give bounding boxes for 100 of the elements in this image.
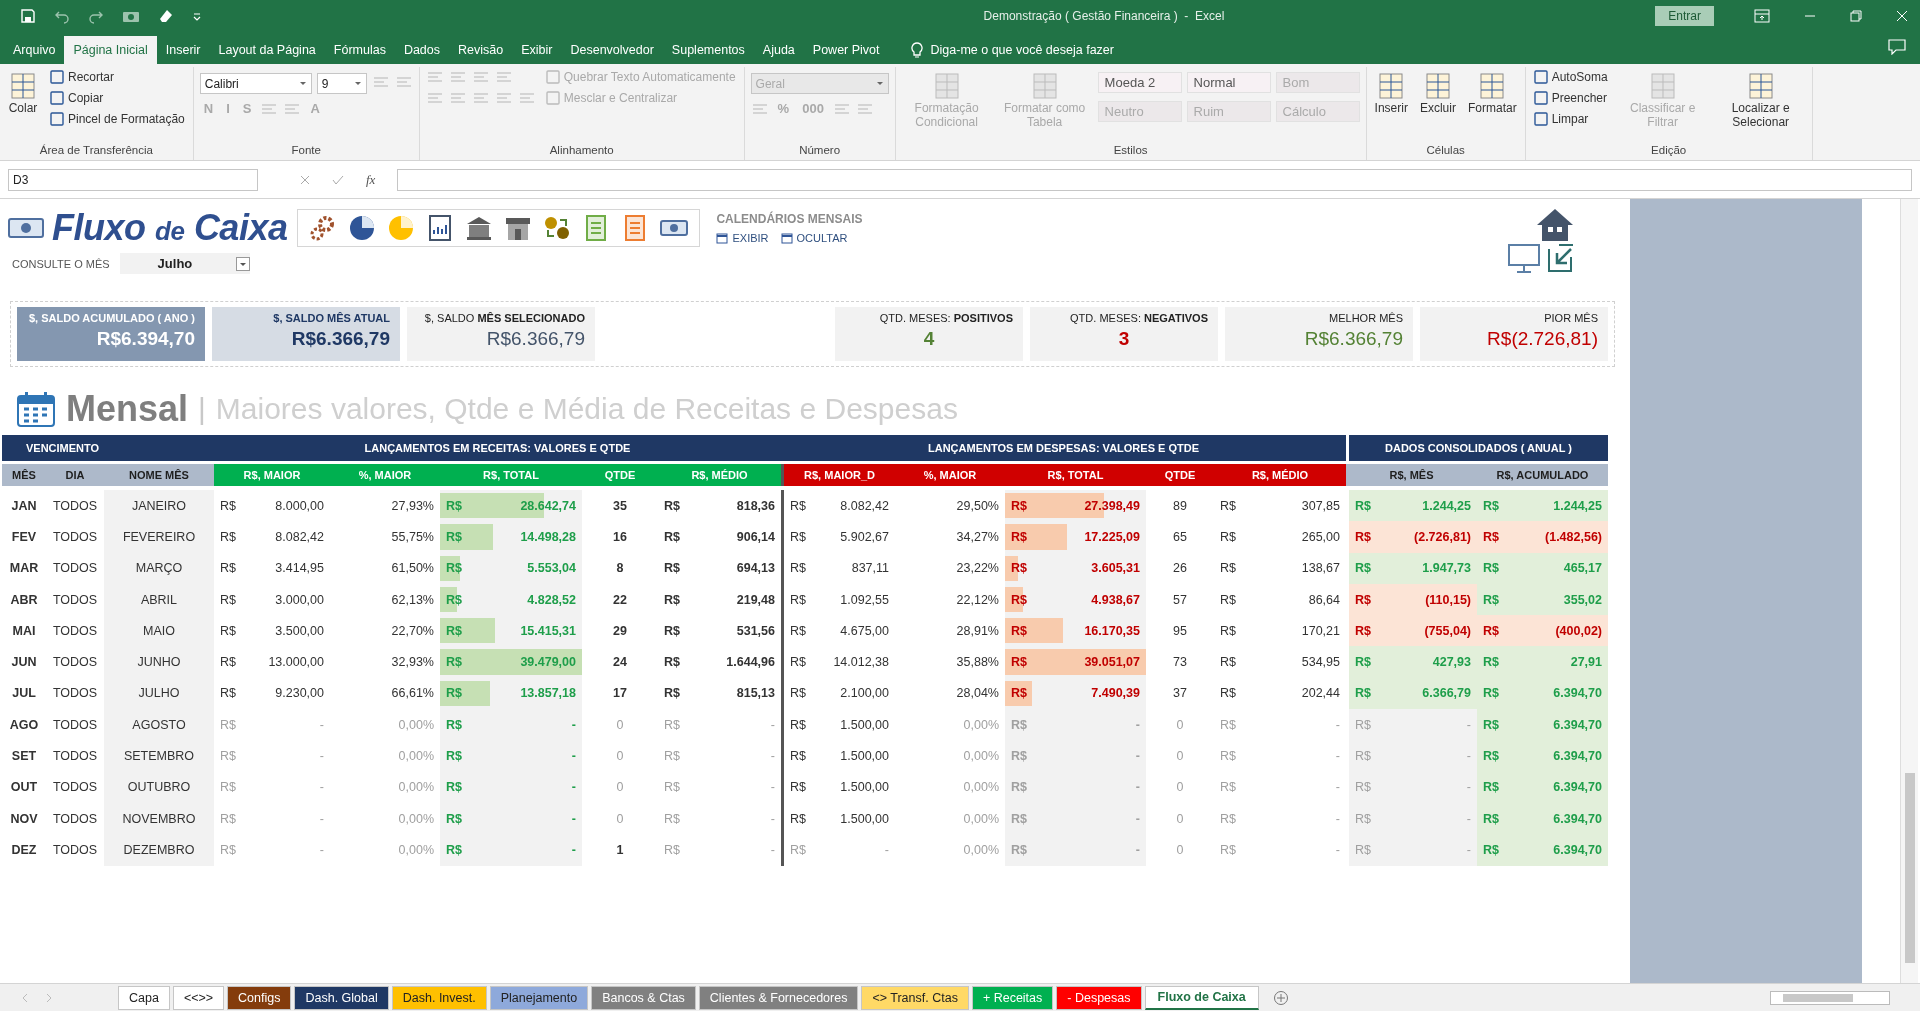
sheet-tab[interactable]: Planejamento: [489, 985, 589, 1010]
add-sheet-icon[interactable]: [1272, 989, 1289, 1006]
sheet-tab[interactable]: Clientes & Fornecedores: [698, 985, 859, 1010]
ribbon-tab[interactable]: Power Pivot: [803, 36, 889, 64]
table-cell-text: TODOS: [51, 591, 99, 609]
amount: (110,15): [1425, 592, 1471, 607]
close-icon[interactable]: [1896, 9, 1908, 22]
table-cell-text: JUL: [11, 685, 37, 703]
comment-icon[interactable]: [1888, 39, 1906, 55]
check-icon[interactable]: [332, 174, 344, 185]
restore-icon[interactable]: [1850, 9, 1862, 22]
dropdown-field[interactable]: 9: [316, 73, 367, 94]
ribbon-tab[interactable]: Ajuda: [753, 36, 804, 64]
amount: -: [571, 717, 576, 732]
ribbon-tab[interactable]: Fórmulas: [324, 36, 395, 64]
cancel-icon[interactable]: [300, 174, 310, 185]
currency-label: R$: [1483, 655, 1499, 670]
logo-text: Fluxo de Caixa: [52, 207, 288, 249]
caret-icon: [353, 80, 362, 87]
eraser-icon[interactable]: [158, 7, 174, 24]
next-sheet-icon[interactable]: [44, 992, 54, 1003]
grid-icon: [8, 71, 38, 101]
amount: 14.498,28: [520, 529, 576, 544]
currency-label: R$: [446, 592, 462, 607]
show-link[interactable]: EXIBIR: [732, 232, 769, 244]
currency-label: R$: [1483, 842, 1499, 857]
home-icon[interactable]: [1535, 207, 1575, 243]
arrow-icon[interactable]: [1547, 243, 1575, 273]
ribbon-button[interactable]: Colar: [6, 69, 40, 118]
currency-label: R$: [1355, 780, 1371, 795]
amount: 4.938,67: [1091, 592, 1140, 607]
table-cell-text: 0: [615, 779, 625, 797]
dropdown-field[interactable]: Calibri: [199, 73, 312, 94]
previous-sheet-icon[interactable]: [20, 992, 30, 1003]
lightbulb-icon: [910, 42, 923, 58]
sheet-tab[interactable]: Capa: [118, 985, 170, 1010]
cell-style[interactable]: Moeda 2: [1097, 72, 1182, 93]
sheet-tab[interactable]: - Despesas: [1056, 985, 1142, 1010]
kpi-value: R$6.366,79: [486, 328, 585, 350]
ribbon-display-icon[interactable]: [1754, 8, 1770, 23]
table-cell-text: 1: [615, 841, 625, 859]
table-cell-text: 0: [615, 716, 625, 734]
sheet-tab[interactable]: Dash. Global: [294, 985, 389, 1010]
cell-style[interactable]: Normal: [1186, 72, 1271, 93]
sheet-tab[interactable]: Bancos & Ctas: [591, 985, 696, 1010]
hide-link[interactable]: OCULTAR: [796, 232, 848, 244]
table-cell-text: 0,00%: [397, 779, 435, 797]
amount: (2.726,81): [1414, 529, 1471, 544]
save-icon[interactable]: [20, 7, 36, 24]
insert-function-button[interactable]: fx: [366, 171, 376, 188]
ribbon-tab[interactable]: Página Inicial: [64, 36, 157, 64]
ribbon-button[interactable]: AutoSoma: [1531, 69, 1610, 85]
kpi-value: R$6.366,79: [291, 328, 390, 350]
table-cell: SETEMBRO: [104, 740, 214, 772]
monitor-icon[interactable]: [1507, 243, 1541, 275]
ribbon-tab[interactable]: Suplementos: [662, 36, 754, 64]
currency-label: R$: [1011, 561, 1027, 576]
amount: 2.100,00: [840, 686, 889, 701]
square-icon: [545, 70, 560, 84]
currency-label: R$: [1011, 780, 1027, 795]
sheet-tab[interactable]: <> Transf. Ctas: [861, 985, 969, 1010]
amount: 3.500,00: [275, 623, 324, 638]
currency-label: R$: [790, 561, 806, 576]
sheet-tab[interactable]: Configs: [227, 985, 292, 1010]
table-cell-text: 0,00%: [397, 841, 435, 859]
ribbon-button[interactable]: Excluir: [1417, 69, 1458, 118]
square-icon: [1533, 112, 1548, 126]
currency-label: R$: [1483, 780, 1499, 795]
ribbon-tab[interactable]: Layout da Página: [209, 36, 325, 64]
scroll-bar[interactable]: [1770, 990, 1890, 1005]
ribbon-button[interactable]: Formatar: [1465, 69, 1519, 118]
scroll-bar[interactable]: [1900, 199, 1918, 983]
amount: -: [1335, 842, 1340, 857]
amount: 86,64: [1308, 592, 1340, 607]
ribbon-button[interactable]: Localizar e Selecionar: [1715, 69, 1806, 132]
ribbon-button[interactable]: Recortar: [48, 69, 116, 85]
amount: 465,17: [1563, 561, 1602, 576]
ribbon-tab[interactable]: Inserir: [156, 36, 210, 64]
sheet-tab[interactable]: <<>>: [172, 985, 225, 1010]
tell-me-field[interactable]: Diga-me o que você deseja fazer: [930, 43, 1114, 57]
ribbon-button[interactable]: Pincel de Formatação: [48, 111, 187, 127]
sheet-tab[interactable]: Dash. Invest.: [391, 985, 487, 1010]
ribbon-button[interactable]: Preencher: [1531, 90, 1610, 106]
ribbon-tab[interactable]: Arquivo: [4, 36, 65, 64]
amount: 6.394,70: [1553, 811, 1602, 826]
sign-in-button[interactable]: Entrar: [1655, 5, 1714, 26]
formula-input[interactable]: [397, 168, 1912, 191]
ribbon-button[interactable]: Inserir: [1372, 69, 1410, 118]
ribbon-tab[interactable]: Desenvolvedor: [561, 36, 663, 64]
month-dropdown[interactable]: Julho: [119, 253, 250, 274]
currency-label: R$: [790, 686, 806, 701]
ribbon-tab[interactable]: Exibir: [512, 36, 562, 64]
amount: 3.000,00: [275, 592, 324, 607]
ribbon-button[interactable]: Limpar: [1531, 111, 1591, 127]
sheet-tab[interactable]: Fluxo de Caixa: [1144, 985, 1259, 1010]
ribbon-button[interactable]: Copiar: [48, 90, 106, 106]
name-box[interactable]: D3: [8, 168, 258, 191]
ribbon-tab[interactable]: Dados: [394, 36, 450, 64]
ribbon-tab[interactable]: Revisão: [449, 36, 513, 64]
amount: 3.414,95: [275, 561, 324, 576]
